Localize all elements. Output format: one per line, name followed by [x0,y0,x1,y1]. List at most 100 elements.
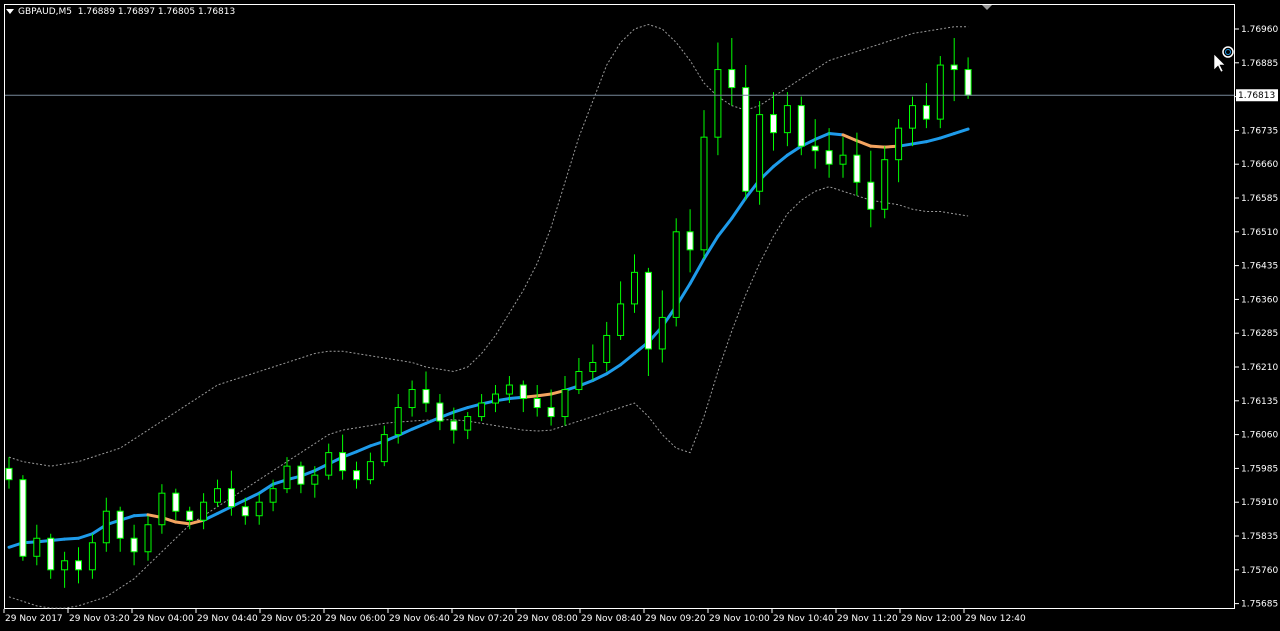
candle-body [353,470,360,481]
ohlc-values: 1.76889 1.76897 1.76805 1.76813 [77,7,236,17]
current-price-tag: 1.76813 [1236,89,1278,102]
candle-body [102,510,110,544]
price-tick-label: 1.76285 [1241,329,1278,339]
symbol-timeframe: GBPAUD,M5 [18,7,73,17]
candle-body [853,154,861,183]
price-tick-label: 1.76960 [1241,25,1278,35]
candle-body [297,465,305,485]
time-label: 29 Nov 11:20 [837,614,898,624]
candle-body [325,452,333,476]
ma-segment [63,536,80,541]
time-label: 29 Nov 06:40 [389,614,450,624]
time-label: 29 Nov 03:20 [69,614,130,624]
time-label: 29 Nov 06:00 [325,614,386,624]
price-tick-label: 1.76585 [1241,194,1278,204]
time-label: 29 Nov 12:00 [901,614,962,624]
candle-body [700,136,708,251]
candle-body [47,537,55,571]
ma-segment [827,132,845,137]
candle-body [200,501,208,521]
dropdown-triangle-icon[interactable] [6,9,14,14]
time-label: 29 Nov 10:40 [773,614,834,624]
price-tick-label: 1.75985 [1241,464,1278,474]
candle-body [631,271,638,305]
time-label: 29 Nov 08:00 [517,614,578,624]
candle-body [464,416,472,431]
time-label: 29 Nov 08:40 [581,614,642,624]
candle-body [686,231,694,251]
candle-body [770,114,777,134]
current-price-label: 1.76813 [1238,91,1275,101]
candle-body [644,271,652,350]
price-chart[interactable]: 1.769601.768851.768101.767351.766601.765… [0,0,1280,631]
candle-body [714,69,722,138]
time-label: 29 Nov 10:00 [709,614,770,624]
candle-body [783,105,791,134]
candle-body [380,434,388,463]
candle-body [909,105,916,129]
candle-body [533,398,541,409]
time-label: 29 Nov 04:40 [197,614,258,624]
candle-body [116,510,124,539]
price-tick-label: 1.76135 [1241,397,1278,407]
price-tick-label: 1.76510 [1241,228,1278,238]
candle-body [130,537,138,553]
candle-body [255,501,263,517]
candle-body [283,465,291,490]
candle-body [436,402,444,422]
candle-body [658,316,666,350]
candle-body [19,479,27,557]
price-tick-label: 1.75835 [1241,532,1278,542]
time-label: 29 Nov 12:40 [965,614,1026,624]
candle-body [186,510,194,521]
price-tick-label: 1.76435 [1241,262,1278,272]
candle-body [478,402,486,418]
price-tick-label: 1.76210 [1241,363,1278,373]
candle-body [672,231,680,318]
candle-body [922,105,930,120]
time-label: 29 Nov 2017 [5,614,63,624]
candle-body [450,420,458,431]
price-tick-label: 1.75760 [1241,566,1278,576]
candle-body [172,492,180,512]
price-tick-label: 1.76660 [1241,160,1278,170]
candle-body [728,69,736,89]
price-tick-label: 1.75685 [1241,600,1278,610]
candle-body [422,389,430,404]
candle-body [394,407,402,436]
candle-body [811,145,819,152]
candle-body [519,384,527,400]
candle-body [742,87,750,192]
candle-body [61,560,69,571]
candle-body [881,159,889,210]
ma-segment [535,392,553,398]
candle-body [964,69,972,96]
ma-segment [174,520,192,526]
candle-body [756,114,764,192]
chart-window[interactable]: 1.769601.768851.768101.767351.766601.765… [0,0,1280,631]
candle-body [505,384,513,395]
candle-body [33,537,41,557]
price-tick-label: 1.76060 [1241,431,1278,441]
candle-body [5,467,13,481]
candle-body [366,461,374,481]
candle-body [575,371,583,391]
time-label: 29 Nov 09:20 [645,614,706,624]
ma-segment [132,513,150,518]
candle-body [408,389,416,409]
candle-body [227,488,235,508]
candle-body [617,303,625,336]
time-label: 29 Nov 07:20 [453,614,514,624]
candle-body [589,361,597,373]
candle-body [936,64,944,120]
candle-body [75,560,82,571]
candle-body [797,105,805,147]
candle-body [603,334,611,363]
time-axis: 29 Nov 2017 29 Nov 03:20 29 Nov 04:00 29 No… [3,609,1026,624]
time-label: 29 Nov 05:20 [261,614,322,624]
price-axis: 1.769601.768851.768101.767351.766601.765… [1235,25,1278,610]
candle-body [339,452,347,472]
ma-segment [869,144,887,149]
price-tick-label: 1.76885 [1241,59,1278,69]
candle-body [839,154,847,165]
